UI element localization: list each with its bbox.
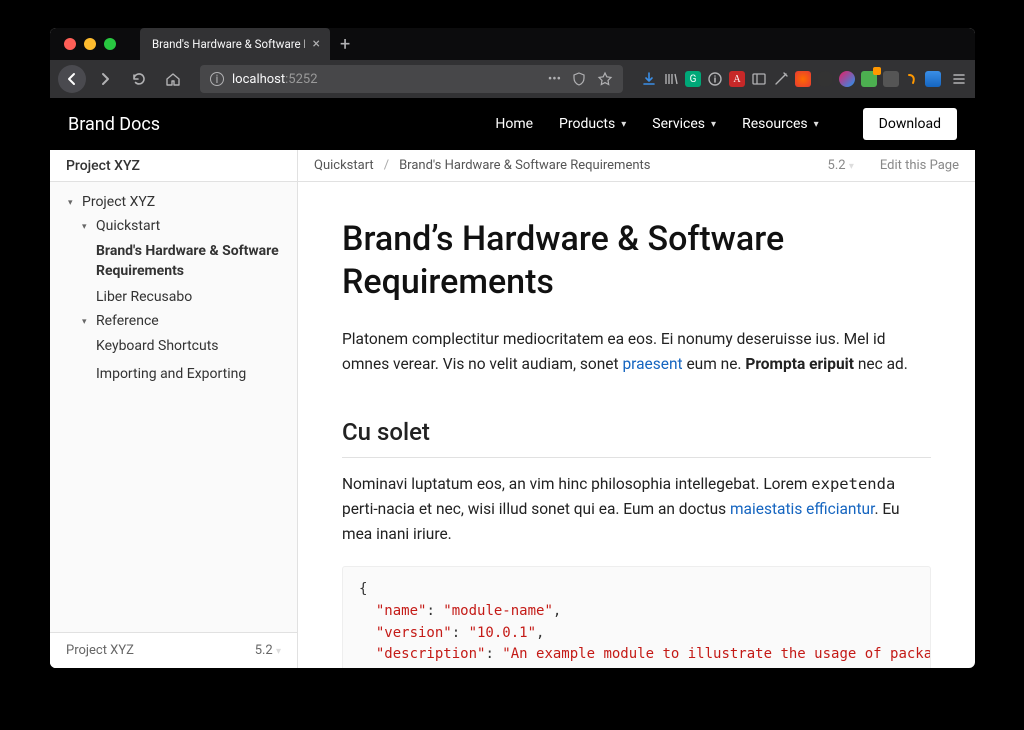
section-heading: Cu solet xyxy=(342,413,931,458)
arrow-left-icon xyxy=(64,71,80,87)
tab-title: Brand's Hardware & Software Requi xyxy=(152,37,305,51)
sidebar-icon[interactable] xyxy=(751,71,767,87)
site-nav: Home Products▾ Services▾ Resources▾ xyxy=(495,116,818,132)
home-icon xyxy=(165,71,181,87)
extension-comma-icon[interactable] xyxy=(905,72,919,86)
new-tab-button[interactable]: + xyxy=(330,34,360,55)
nav-products[interactable]: Products▾ xyxy=(559,116,626,132)
chevron-down-icon: ▾ xyxy=(849,161,854,172)
download-button[interactable]: Download xyxy=(863,108,957,140)
info-icon[interactable]: i xyxy=(210,72,224,86)
sidebar-item-root[interactable]: ▾Project XYZ xyxy=(50,190,297,214)
forward-button[interactable] xyxy=(90,64,120,94)
chevron-down-icon: ▾ xyxy=(711,119,716,130)
breadcrumb-separator: / xyxy=(384,158,389,173)
sidebar-item-quickstart[interactable]: ▾Quickstart xyxy=(50,214,297,238)
article: Brand’s Hardware & Software Requirements… xyxy=(298,182,975,668)
edit-page-link[interactable]: Edit this Page xyxy=(880,158,959,173)
sidebar-item-hw-sw[interactable]: Brand's Hardware & Software Requirements xyxy=(50,238,297,285)
back-button[interactable] xyxy=(58,65,86,93)
breadcrumb-bar: Quickstart / Brand's Hardware & Software… xyxy=(298,150,975,182)
sidebar-nav: ▾Project XYZ ▾Quickstart Brand's Hardwar… xyxy=(50,182,297,632)
reload-icon xyxy=(131,71,147,87)
intro-paragraph: Platonem complectitur mediocritatem ea e… xyxy=(342,327,931,377)
main-content: Quickstart / Brand's Hardware & Software… xyxy=(298,150,975,668)
sidebar-item-kb[interactable]: Keyboard Shortcuts xyxy=(50,333,297,361)
sidebar-item-import[interactable]: Importing and Exporting xyxy=(50,361,297,389)
close-tab-icon[interactable]: × xyxy=(313,37,320,51)
close-window-button[interactable] xyxy=(64,38,76,50)
extension-blue-icon[interactable] xyxy=(925,71,941,87)
maximize-window-button[interactable] xyxy=(104,38,116,50)
star-icon[interactable] xyxy=(597,71,613,87)
library-icon[interactable] xyxy=(663,71,679,87)
sidebar: Project XYZ ▾Project XYZ ▾Quickstart Bra… xyxy=(50,150,298,668)
menu-icon[interactable] xyxy=(951,71,967,87)
home-button[interactable] xyxy=(158,64,188,94)
extension-a-icon[interactable]: A xyxy=(729,71,745,87)
sidebar-item-reference[interactable]: ▾Reference xyxy=(50,309,297,333)
url-actions: ••• xyxy=(548,71,613,87)
extension-green-badge-icon[interactable] xyxy=(861,71,877,87)
section-paragraph: Nominavi luptatum eos, an vim hinc philo… xyxy=(342,472,931,546)
reload-button[interactable] xyxy=(124,64,154,94)
more-icon[interactable]: ••• xyxy=(548,72,561,87)
browser-window: Brand's Hardware & Software Requi × + i … xyxy=(50,28,975,668)
extension-g-icon[interactable]: G xyxy=(685,71,701,87)
version-selector[interactable]: 5.2 ▾ xyxy=(828,158,854,173)
extension-dark-icon[interactable] xyxy=(817,71,833,87)
sidebar-item-liber[interactable]: Liber Recusabo xyxy=(50,285,297,309)
nav-resources[interactable]: Resources▾ xyxy=(742,116,819,132)
inline-code: expetenda xyxy=(811,475,895,493)
toolbar-extensions: G A xyxy=(635,71,967,87)
browser-tab[interactable]: Brand's Hardware & Software Requi × xyxy=(140,28,330,60)
shield-icon[interactable] xyxy=(571,71,587,87)
arrow-right-icon xyxy=(97,71,113,87)
nav-services[interactable]: Services▾ xyxy=(652,116,716,132)
extension-rainbow-icon[interactable] xyxy=(839,71,855,87)
nav-home[interactable]: Home xyxy=(495,116,533,132)
extension-orange-icon[interactable] xyxy=(795,71,811,87)
code-block: { "name": "module-name", "version": "10.… xyxy=(342,566,931,668)
sidebar-footer: Project XYZ 5.2 ▾ xyxy=(50,632,297,668)
download-icon[interactable] xyxy=(641,71,657,87)
sidebar-header: Project XYZ xyxy=(50,150,297,182)
window-controls xyxy=(50,38,116,50)
url-port: :5252 xyxy=(285,72,317,87)
wand-icon[interactable] xyxy=(773,71,789,87)
url-bar[interactable]: i localhost:5252 ••• xyxy=(200,65,623,93)
page-title: Brand’s Hardware & Software Requirements xyxy=(342,218,931,303)
link-maiestatis[interactable]: maiestatis efficiantur xyxy=(730,500,874,518)
tab-bar: Brand's Hardware & Software Requi × + xyxy=(50,28,975,60)
footer-project[interactable]: Project XYZ xyxy=(66,643,134,658)
url-host: localhost xyxy=(232,72,285,87)
caret-icon: ▾ xyxy=(68,194,78,208)
site-header: Brand Docs Home Products▾ Services▾ Reso… xyxy=(50,98,975,150)
extension-gray-icon[interactable] xyxy=(883,71,899,87)
brand-title[interactable]: Brand Docs xyxy=(68,114,160,135)
chevron-down-icon: ▾ xyxy=(276,646,281,657)
link-praesent[interactable]: praesent xyxy=(622,355,682,373)
caret-icon: ▾ xyxy=(82,218,92,232)
minimize-window-button[interactable] xyxy=(84,38,96,50)
chevron-down-icon: ▾ xyxy=(814,119,819,130)
info-circle-icon[interactable] xyxy=(707,71,723,87)
caret-icon: ▾ xyxy=(82,313,92,327)
breadcrumb-parent[interactable]: Quickstart xyxy=(314,158,374,173)
page-body: Project XYZ ▾Project XYZ ▾Quickstart Bra… xyxy=(50,150,975,668)
footer-version[interactable]: 5.2 ▾ xyxy=(255,643,281,658)
browser-toolbar: i localhost:5252 ••• G A xyxy=(50,60,975,98)
chevron-down-icon: ▾ xyxy=(621,119,626,130)
breadcrumb-current: Brand's Hardware & Software Requirements xyxy=(399,158,650,173)
